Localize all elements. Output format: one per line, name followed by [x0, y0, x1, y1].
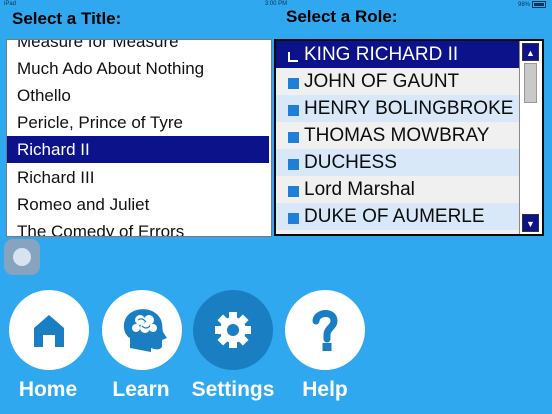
role-label: HENRY BOLINGBROKE — [304, 98, 514, 119]
gear-icon — [215, 312, 251, 348]
scroll-thumb[interactable] — [524, 63, 537, 103]
role-item[interactable]: Lord Marshal — [276, 176, 520, 203]
role-label: KING RICHARD II — [304, 44, 459, 65]
battery-indicator: 98% — [518, 1, 546, 8]
clock: 3:00 PM — [264, 1, 288, 7]
settings-button[interactable] — [193, 290, 273, 370]
role-label: DUKE OF AUMERLE — [304, 206, 485, 227]
role-list-scrollbar[interactable]: ▲ ▼ — [519, 41, 542, 234]
title-item[interactable]: The Comedy of Errors — [7, 218, 269, 236]
title-list-heading: Select a Title: — [12, 9, 122, 28]
role-label: JOHN OF GAUNT — [304, 71, 460, 92]
checkbox-icon — [288, 159, 299, 170]
assistive-touch-button[interactable] — [4, 239, 40, 275]
brain-head-icon — [123, 309, 167, 352]
home-icon — [34, 315, 64, 347]
title-list[interactable]: Measure for Measure Much Ado About Nothi… — [6, 39, 272, 237]
role-list-heading: Select a Role: — [286, 7, 398, 26]
title-item[interactable]: Romeo and Juliet — [7, 191, 269, 218]
role-item[interactable]: DUKE OF AUMERLE — [276, 203, 520, 230]
role-label: Lord Marshal — [304, 179, 415, 200]
title-item[interactable]: Othello — [7, 82, 269, 109]
title-item[interactable]: Much Ado About Nothing — [7, 55, 269, 82]
role-item[interactable]: HENRY BOLINGBROKE — [276, 95, 520, 122]
checkbox-icon — [288, 186, 299, 197]
title-item[interactable]: Measure for Measure — [7, 40, 269, 55]
checkbox-icon — [288, 213, 299, 224]
settings-label[interactable]: Settings — [183, 378, 283, 402]
learn-button[interactable] — [102, 290, 182, 370]
help-label[interactable]: Help — [275, 378, 375, 402]
title-item-selected[interactable]: Richard II — [7, 136, 269, 163]
question-mark-icon — [312, 310, 338, 351]
help-button[interactable] — [285, 290, 365, 370]
learn-label[interactable]: Learn — [91, 378, 191, 402]
scroll-down-button[interactable]: ▼ — [522, 214, 539, 232]
role-label: THOMAS MOWBRAY — [304, 125, 490, 146]
role-list[interactable]: KING RICHARD II JOHN OF GAUNT HENRY BOLI… — [274, 39, 544, 236]
role-item[interactable]: THOMAS MOWBRAY — [276, 122, 520, 149]
role-item-selected[interactable]: KING RICHARD II — [276, 41, 520, 68]
home-button[interactable] — [9, 290, 89, 370]
checkbox-icon — [288, 78, 299, 89]
checkbox-icon — [288, 105, 299, 116]
battery-percent: 98% — [517, 2, 530, 9]
scroll-up-button[interactable]: ▲ — [522, 43, 539, 61]
role-item[interactable]: DUCHESS — [276, 149, 520, 176]
checkbox-icon — [288, 52, 298, 62]
role-item[interactable]: JOHN OF GAUNT — [276, 68, 520, 95]
checkbox-icon — [288, 132, 299, 143]
home-label[interactable]: Home — [0, 378, 98, 402]
title-item[interactable]: Richard III — [7, 164, 269, 191]
status-bar: iPad 3:00 PM 98% — [0, 0, 552, 9]
title-item[interactable]: Pericle, Prince of Tyre — [7, 109, 269, 136]
role-label: DUCHESS — [304, 152, 397, 173]
battery-icon — [532, 1, 546, 8]
